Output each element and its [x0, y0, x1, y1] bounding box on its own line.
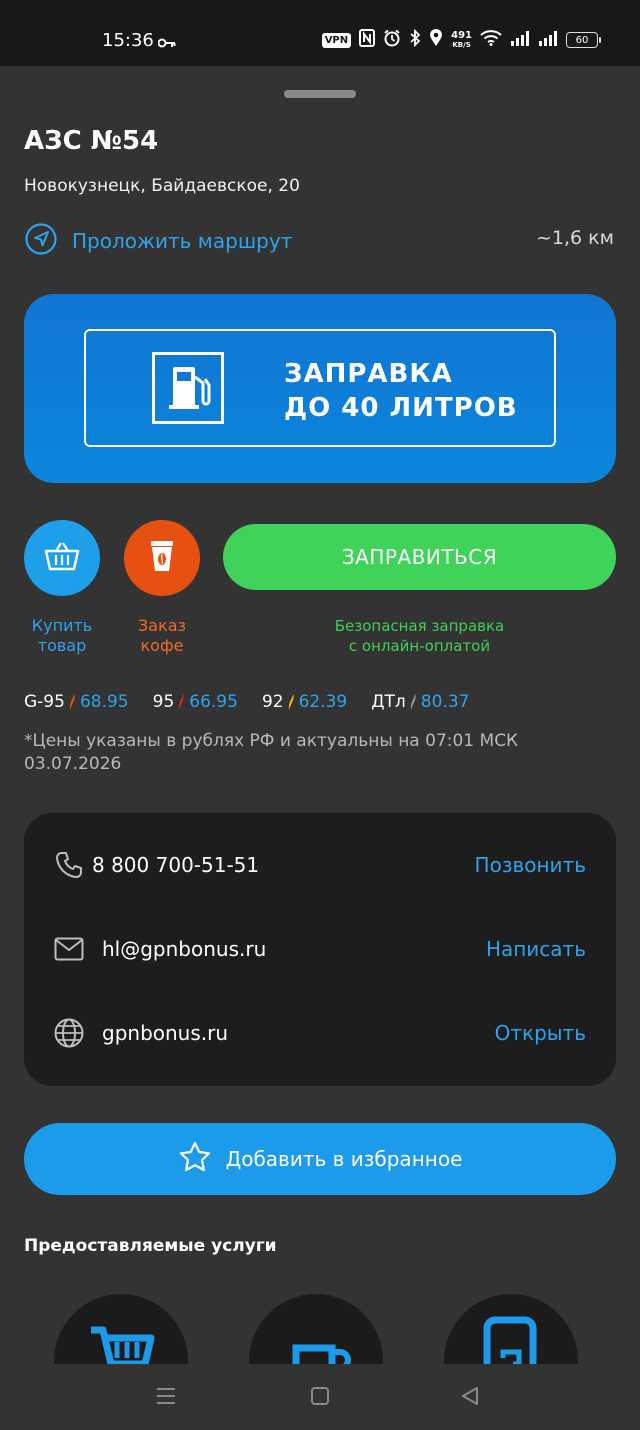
banner-line-1: ЗАПРАВКА — [284, 359, 453, 389]
shopping-cart-icon — [91, 1326, 155, 1364]
smartphone-icon — [483, 1316, 537, 1364]
signal-icon — [510, 30, 530, 50]
navigation-arrow-icon — [24, 222, 58, 260]
refuel-subtitle-line-2: с онлайн-оплатой — [348, 637, 491, 655]
basket-icon — [44, 541, 80, 575]
alarm-icon — [383, 29, 401, 51]
distance-label: ~1,6 км — [536, 227, 614, 249]
email-row: hl@gpnbonus.ru Написать — [24, 929, 616, 969]
banner-line-2: ДО 40 ЛИТРОВ — [284, 393, 518, 423]
email-address: hl@gpnbonus.ru — [102, 937, 267, 961]
order-coffee-button[interactable] — [124, 520, 200, 596]
fuel-prices: G-95 68.95 95 66.95 92 62.39 ДТл 80.37 — [24, 692, 493, 712]
order-coffee-label-line-2: кофе — [140, 636, 184, 655]
service-coffee[interactable] — [249, 1294, 383, 1364]
banner-frame: ЗАПРАВКА ДО 40 ЛИТРОВ — [84, 329, 556, 447]
add-to-favorites-label: Добавить в избранное — [225, 1147, 463, 1171]
fuel-pump-icon — [152, 352, 224, 424]
sheet-drag-handle[interactable] — [284, 90, 356, 98]
status-bar: 15:36 VPN 491 KB/S 60 — [0, 0, 640, 66]
write-button[interactable]: Написать — [486, 937, 586, 961]
fuel-price: 68.95 — [79, 692, 129, 712]
phone-row: 8 800 700-51-51 Позвонить — [24, 845, 616, 885]
globe-icon — [54, 1018, 84, 1048]
fuel-price: 62.39 — [298, 692, 348, 712]
key-icon — [157, 33, 176, 52]
fuel-price: 80.37 — [420, 692, 470, 712]
fuel-drop-icon — [179, 694, 184, 710]
buy-goods-label-line-1: Купить — [31, 616, 93, 635]
services-title: Предоставляемые услуги — [24, 1236, 277, 1256]
banner-text: ЗАПРАВКА ДО 40 ЛИТРОВ — [284, 357, 518, 425]
price-note: *Цены указаны в рублях РФ и актуальны на… — [24, 731, 519, 774]
refuel-button[interactable]: ЗАПРАВИТЬСЯ — [223, 524, 616, 590]
buy-goods-button[interactable] — [24, 520, 100, 596]
website-address: gpnbonus.ru — [102, 1021, 229, 1045]
back-icon[interactable] — [458, 1384, 482, 1408]
fuel-drop-icon — [410, 694, 416, 710]
promo-banner[interactable]: ЗАПРАВКА ДО 40 ЛИТРОВ — [24, 294, 616, 483]
coffee-mug-icon — [292, 1344, 351, 1364]
status-icons: VPN 491 KB/S 60 — [321, 28, 601, 52]
refuel-subtitle: Безопасная заправка с онлайн-оплатой — [223, 616, 616, 656]
fuel-name: 92 — [261, 692, 284, 712]
net-speed-unit: KB/S — [452, 40, 471, 49]
fuel-name: G-95 — [24, 692, 65, 712]
home-icon[interactable] — [308, 1384, 332, 1408]
station-address: Новокузнецк, Байдаевское, 20 — [24, 176, 300, 196]
fuel-price-item: G-95 68.95 — [24, 692, 129, 712]
bluetooth-icon — [409, 28, 421, 51]
service-mobile-app[interactable] — [444, 1294, 578, 1364]
status-time: 15:36 — [102, 30, 154, 51]
fuel-name: ДТл — [371, 692, 406, 712]
buy-goods-label-line-2: товар — [37, 636, 87, 655]
fuel-drop-icon — [69, 694, 75, 710]
fuel-price-item: 92 62.39 — [262, 692, 347, 712]
signal-icon — [538, 30, 558, 50]
order-coffee-label: Заказ кофе — [120, 616, 204, 656]
buy-goods-label: Купить товар — [20, 616, 104, 656]
wifi-icon — [480, 30, 502, 50]
open-site-button[interactable]: Открыть — [495, 1021, 586, 1045]
star-icon — [178, 1141, 212, 1178]
system-nav-bar — [0, 1364, 640, 1430]
contacts-card: 8 800 700-51-51 Позвонить hl@gpnbonus.ru… — [24, 813, 616, 1086]
fuel-name: 95 — [152, 692, 175, 712]
fuel-price-item: 95 66.95 — [153, 692, 238, 712]
location-icon — [429, 29, 443, 51]
phone-icon — [54, 850, 84, 880]
menu-icon[interactable] — [154, 1384, 178, 1408]
fuel-drop-icon — [288, 694, 294, 710]
call-button[interactable]: Позвонить — [475, 853, 586, 877]
battery-indicator: 60 — [566, 32, 601, 48]
station-sheet: АЗС №54 Новокузнецк, Байдаевское, 20 Про… — [0, 66, 640, 1364]
route-link[interactable]: Проложить маршрут — [24, 222, 292, 260]
route-label: Проложить маршрут — [72, 229, 293, 253]
phone-number: 8 800 700-51-51 — [92, 853, 260, 877]
refuel-subtitle-line-1: Безопасная заправка — [334, 617, 505, 635]
add-to-favorites-button[interactable]: Добавить в избранное — [24, 1123, 616, 1195]
fuel-price: 66.95 — [189, 692, 238, 712]
order-coffee-label-line-1: Заказ — [137, 616, 187, 635]
net-speed: 491 KB/S — [451, 29, 472, 50]
service-shop[interactable] — [54, 1294, 188, 1364]
coffee-cup-icon — [149, 539, 175, 577]
website-row: gpnbonus.ru Открыть — [24, 1013, 616, 1053]
net-speed-value: 491 — [451, 29, 472, 41]
mail-icon — [54, 934, 84, 964]
fuel-price-item: ДТл 80.37 — [371, 692, 469, 712]
vpn-badge: VPN — [321, 32, 352, 48]
station-title: АЗС №54 — [24, 126, 159, 156]
nfc-icon — [359, 29, 376, 51]
